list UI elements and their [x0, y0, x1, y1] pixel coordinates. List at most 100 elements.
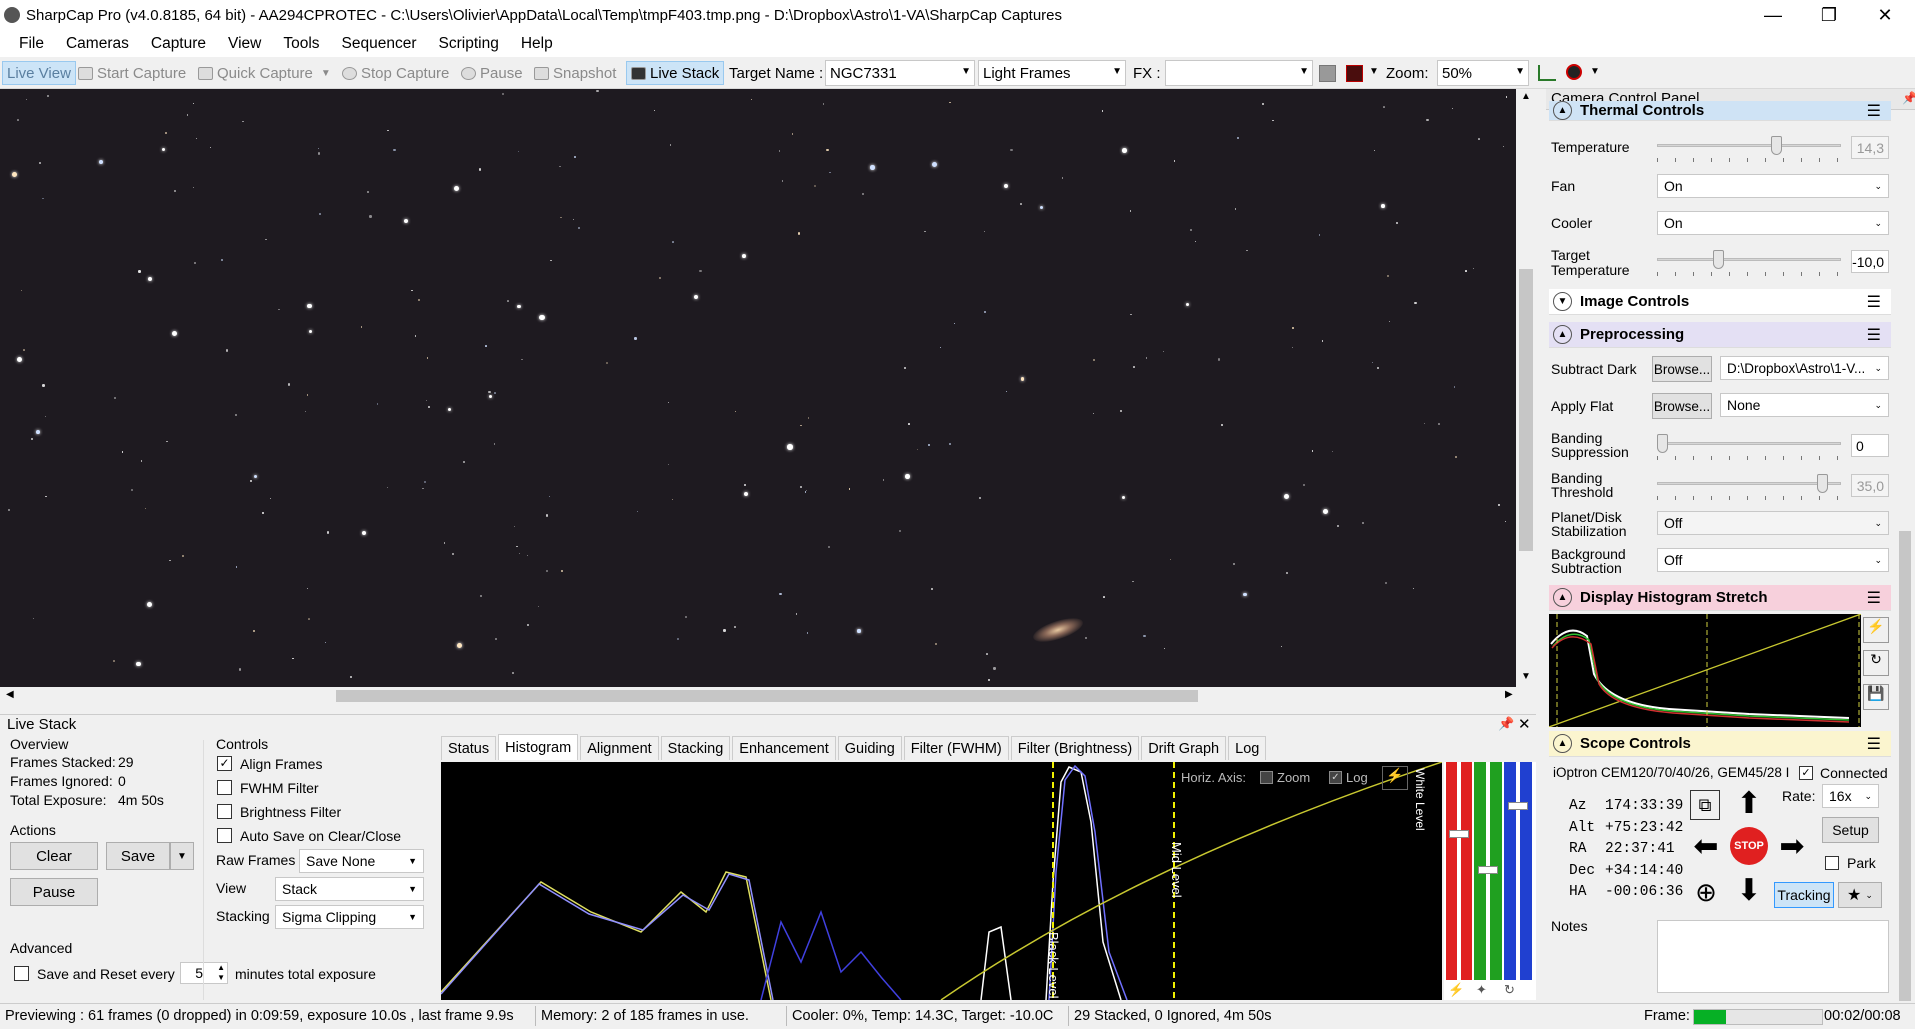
snapshot-button[interactable]: Snapshot — [534, 61, 616, 85]
notes-textarea[interactable] — [1657, 920, 1889, 993]
tab-status[interactable]: Status — [441, 736, 497, 760]
fwhm-filter-checkbox[interactable] — [217, 780, 232, 795]
chevron-down-icon[interactable]: ▼ — [1590, 66, 1600, 77]
tracking-button[interactable]: Tracking — [1774, 882, 1834, 908]
menu-icon[interactable]: ☰ — [1867, 292, 1881, 312]
fx-combo[interactable]: ▼ — [1165, 60, 1313, 86]
temperature-slider[interactable] — [1657, 136, 1841, 164]
north-arrow-icon[interactable]: ⬆ — [1729, 783, 1769, 823]
banding-suppression-slider[interactable] — [1657, 434, 1841, 462]
scroll-down-icon[interactable]: ▼ — [1521, 671, 1531, 682]
rgb-level-sliders[interactable]: ⚡ ✦ ↻ — [1444, 762, 1536, 1000]
browse-dark-button[interactable]: Browse... — [1652, 356, 1712, 382]
histogram-icon[interactable] — [1538, 65, 1556, 81]
close-panel-icon[interactable]: ✕ — [1518, 715, 1531, 733]
scroll-thumb[interactable] — [1899, 531, 1911, 1001]
park-checkbox[interactable] — [1825, 856, 1839, 870]
tab-drift-graph[interactable]: Drift Graph — [1141, 736, 1227, 760]
histogram-stretch-header[interactable]: ▲ Display Histogram Stretch ☰ — [1549, 585, 1891, 611]
tab-log[interactable]: Log — [1228, 736, 1267, 760]
log-checkbox[interactable]: ✓ — [1329, 771, 1342, 784]
clear-button[interactable]: Clear — [10, 842, 98, 870]
zoom-checkbox[interactable] — [1260, 771, 1273, 784]
menu-scripting[interactable]: Scripting — [428, 35, 510, 53]
auto-save-checkbox[interactable] — [217, 828, 232, 843]
minimize-button[interactable]: — — [1745, 0, 1801, 30]
start-capture-button[interactable]: Start Capture — [78, 61, 186, 85]
frame-type-combo[interactable]: Light Frames ▼ — [978, 60, 1126, 86]
view-select[interactable]: Stack ▼ — [275, 877, 424, 901]
scroll-thumb[interactable] — [336, 690, 1198, 702]
rate-select[interactable]: 16x ⌄ — [1822, 784, 1879, 808]
planet-stabilization-select[interactable]: Off ⌄ — [1657, 511, 1889, 535]
stack-histogram[interactable]: Black Level Mid Level White Level Horiz.… — [441, 762, 1442, 1000]
pause-stack-button[interactable]: Pause — [10, 878, 98, 906]
stop-button[interactable]: STOP — [1729, 826, 1769, 866]
auto-stretch-icon[interactable]: ⚡ — [1382, 766, 1408, 790]
menu-cameras[interactable]: Cameras — [55, 35, 140, 53]
setup-button[interactable]: Setup — [1822, 817, 1879, 843]
menu-sequencer[interactable]: Sequencer — [331, 35, 428, 53]
reset-icon[interactable]: ↻ — [1504, 982, 1515, 998]
chevron-down-icon[interactable]: ▼ — [1369, 66, 1379, 77]
save-reset-stepper[interactable]: 5 ▲ ▼ — [180, 962, 228, 984]
blue-slider-thumb[interactable] — [1508, 802, 1528, 810]
pin-icon[interactable]: 📌 — [1498, 716, 1514, 732]
stepper-arrows-icon[interactable]: ▲ ▼ — [217, 963, 225, 983]
thermal-controls-header[interactable]: ▲ Thermal Controls ☰ — [1549, 101, 1891, 121]
menu-tools[interactable]: Tools — [272, 35, 330, 53]
pause-button[interactable]: Pause — [461, 61, 523, 85]
menu-help[interactable]: Help — [510, 35, 564, 53]
stacking-select[interactable]: Sigma Clipping ▼ — [275, 905, 424, 929]
stop-capture-button[interactable]: Stop Capture — [342, 61, 449, 85]
close-window-button[interactable]: ✕ — [1857, 0, 1913, 30]
green-slider-thumb[interactable] — [1478, 866, 1498, 874]
ccp-scrollbar[interactable] — [1897, 111, 1913, 1002]
image-controls-header[interactable]: ▼ Image Controls ☰ — [1549, 289, 1891, 315]
scroll-left-icon[interactable]: ◀ — [6, 689, 14, 700]
save-reset-checkbox[interactable] — [14, 966, 29, 981]
south-arrow-icon[interactable]: ⬇ — [1729, 870, 1769, 910]
menu-file[interactable]: File — [8, 35, 55, 53]
banding-threshold-slider[interactable] — [1657, 474, 1841, 502]
connected-checkbox[interactable]: ✓ — [1799, 766, 1813, 780]
brightness-filter-checkbox[interactable] — [217, 804, 232, 819]
align-frames-checkbox[interactable]: ✓ — [217, 756, 232, 771]
live-view-button[interactable]: Live View — [2, 61, 76, 85]
target-name-combo[interactable]: NGC7331 ▼ — [825, 60, 975, 86]
browse-flat-button[interactable]: Browse... — [1652, 393, 1712, 419]
scroll-up-icon[interactable]: ▲ — [1521, 91, 1531, 102]
zoom-combo[interactable]: 50% ▼ — [1437, 60, 1529, 86]
star-icon[interactable]: ✦ — [1476, 982, 1487, 998]
image-viewport[interactable] — [0, 89, 1516, 687]
subtract-dark-select[interactable]: D:\Dropbox\Astro\1-V... ⌄ — [1720, 356, 1889, 380]
tab-filter-fwhm[interactable]: Filter (FWHM) — [903, 736, 1009, 760]
reticle-icon[interactable] — [1346, 65, 1363, 82]
tab-filter-brightness[interactable]: Filter (Brightness) — [1010, 736, 1140, 760]
crosshair-icon[interactable]: ⊕ — [1686, 872, 1726, 912]
background-subtraction-select[interactable]: Off ⌄ — [1657, 548, 1889, 572]
auto-stretch-icon[interactable]: ⚡ — [1863, 617, 1889, 643]
menu-icon[interactable]: ☰ — [1867, 588, 1881, 608]
tab-enhancement[interactable]: Enhancement — [732, 736, 836, 760]
target-temperature-slider[interactable] — [1657, 250, 1841, 278]
raw-frames-select[interactable]: Save None ▼ — [299, 849, 424, 873]
preprocessing-header[interactable]: ▲ Preprocessing ☰ — [1549, 322, 1891, 348]
save-icon[interactable]: 💾 — [1863, 684, 1889, 710]
scope-controls-header[interactable]: ▲ Scope Controls ☰ — [1549, 731, 1891, 757]
save-dropdown-button[interactable]: ▼ — [170, 842, 194, 870]
live-stack-button[interactable]: Live Stack — [626, 61, 725, 85]
east-arrow-icon[interactable]: ➡ — [1772, 826, 1812, 866]
cooler-select[interactable]: On ⌄ — [1657, 211, 1889, 235]
display-stretch-histogram[interactable] — [1549, 614, 1861, 727]
menu-icon[interactable]: ☰ — [1867, 325, 1881, 345]
menu-icon[interactable]: ☰ — [1867, 101, 1881, 120]
menu-icon[interactable]: ☰ — [1867, 734, 1881, 754]
scroll-right-icon[interactable]: ▶ — [1505, 689, 1513, 700]
tab-alignment[interactable]: Alignment — [580, 736, 659, 760]
reset-icon[interactable]: ↻ — [1863, 650, 1889, 676]
fan-select[interactable]: On ⌄ — [1657, 174, 1889, 198]
vertical-scrollbar[interactable]: ▲ ▼ — [1516, 89, 1536, 687]
tab-guiding[interactable]: Guiding — [837, 736, 902, 760]
target-temperature-value[interactable]: -10,0 — [1851, 250, 1889, 273]
